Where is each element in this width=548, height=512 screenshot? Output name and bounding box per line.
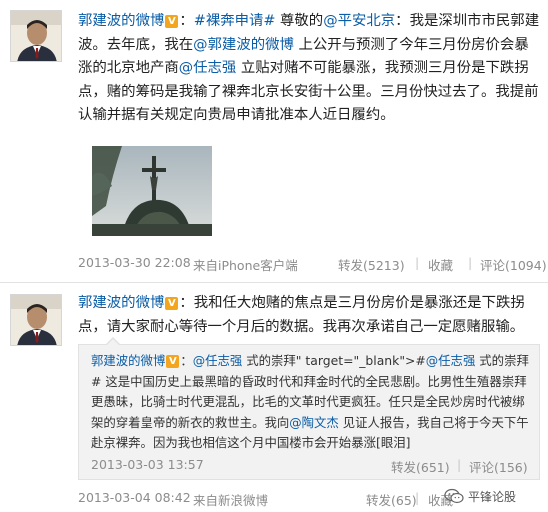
post-text: 郭建波的微博 V ：我和任大炮赌的焦点是三月份房价是暴涨还是下跌拐点，请大家耐心等待… [78,292,540,339]
mention-link[interactable]: @任志强 [193,353,243,368]
wechat-icon [444,488,464,504]
repost-repost-button[interactable]: 转发(651) [391,457,450,476]
avatar-portrait-icon [11,295,61,345]
verified-v-icon: V [165,297,179,310]
repost-comment-button[interactable]: 评论(156) [469,457,528,476]
weibo-post-2: 郭建波的微博 V ：我和任大炮赌的焦点是三月份房价是暴涨还是下跌拐点，请大家耐心等待… [0,0,548,512]
text-run: ： [180,353,193,368]
divider: | [457,457,462,472]
repost-arrow-inner [106,339,120,346]
repost-time[interactable]: 2013-03-03 13:57 [91,457,204,472]
verified-v-icon: V [166,355,180,368]
text-run: 式的崇拜" target="_blank"># [242,353,426,368]
repost-text: 郭建波的微博 V ：@任志强 式的崇拜" target="_blank">#@任志强… [91,351,535,454]
post-source[interactable]: 来自新浪微博 [193,490,268,509]
author-name[interactable]: 郭建波的微博 [78,295,164,311]
mention-link[interactable]: @任志强 [426,353,476,368]
repost-meta: 2013-03-03 13:57 转发(651) | 评论(156) [91,457,531,475]
watermark-text: 平锋论股 [468,490,517,504]
reposted-weibo[interactable]: 郭建波的微博 V ：@任志强 式的崇拜" target="_blank">#@任志强… [78,337,540,480]
repost-author-name[interactable]: 郭建波的微博 [91,353,165,368]
post-time[interactable]: 2013-03-04 08:42 [78,490,191,505]
divider: | [415,490,420,505]
repost-button[interactable]: 转发(65) [366,490,417,509]
avatar[interactable] [10,294,62,346]
mention-link[interactable]: @陶文杰 [289,415,339,430]
watermark: 平锋论股 [444,488,516,508]
